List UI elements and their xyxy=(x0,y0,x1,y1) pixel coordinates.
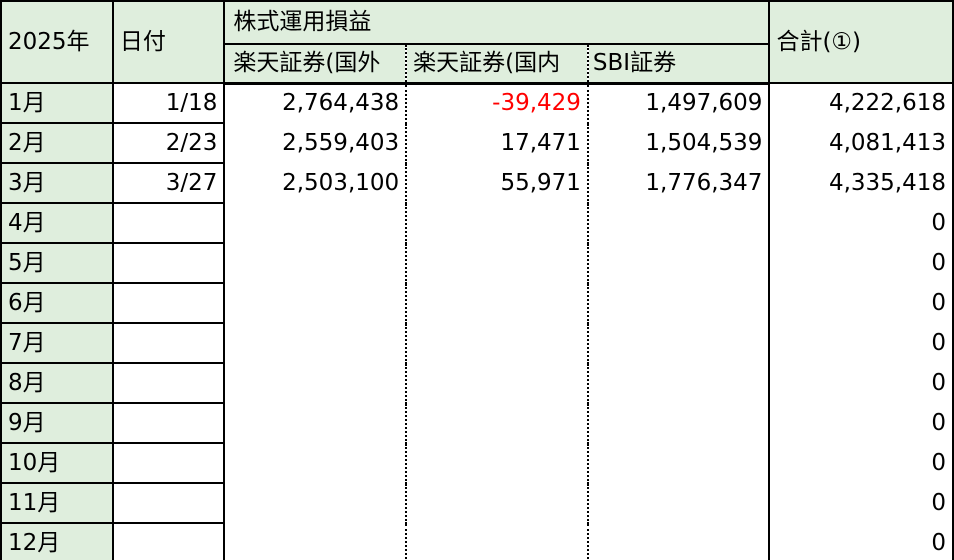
date-cell[interactable] xyxy=(111,402,226,444)
month-cell[interactable]: 11月 xyxy=(0,482,114,524)
month-cell[interactable]: 12月 xyxy=(0,522,114,560)
month-cell[interactable]: 7月 xyxy=(0,322,114,364)
month-cell[interactable]: 9月 xyxy=(0,402,114,444)
rakuten-foreign-cell[interactable] xyxy=(223,243,408,283)
date-cell[interactable]: 1/18 xyxy=(111,82,226,124)
rakuten-foreign-cell[interactable]: 2,503,100 xyxy=(223,163,408,203)
sbi-cell[interactable] xyxy=(587,443,771,483)
rakuten-domestic-cell[interactable] xyxy=(406,323,589,363)
sbi-cell[interactable] xyxy=(587,243,771,283)
table-row: 10月 0 xyxy=(0,442,954,484)
rakuten-foreign-cell[interactable]: 2,764,438 xyxy=(223,83,408,123)
total-cell[interactable]: 0 xyxy=(768,243,954,283)
total-cell[interactable]: 0 xyxy=(768,483,954,523)
total-cell[interactable]: 0 xyxy=(768,443,954,483)
rakuten-domestic-cell[interactable] xyxy=(406,443,589,483)
month-cell[interactable]: 2月 xyxy=(0,122,114,164)
rakuten-domestic-cell[interactable]: 55,971 xyxy=(406,163,589,203)
date-cell[interactable] xyxy=(111,362,226,404)
sbi-cell[interactable] xyxy=(587,283,771,323)
table-row: 2月 2/23 2,559,403 17,471 1,504,539 4,081,413 xyxy=(0,122,954,164)
total-cell[interactable]: 4,081,413 xyxy=(768,123,954,163)
date-cell[interactable]: 3/27 xyxy=(111,162,226,204)
rakuten-foreign-cell[interactable] xyxy=(223,323,408,363)
total-cell[interactable]: 0 xyxy=(768,523,954,560)
header-year[interactable]: 2025年 xyxy=(0,0,114,84)
table-row: 5月 0 xyxy=(0,242,954,284)
date-cell[interactable] xyxy=(111,442,226,484)
table-row: 4月 0 xyxy=(0,202,954,244)
rakuten-domestic-cell[interactable] xyxy=(406,523,589,560)
header-date[interactable]: 日付 xyxy=(111,0,226,84)
rakuten-foreign-cell[interactable] xyxy=(223,443,408,483)
table-row: 9月 0 xyxy=(0,402,954,444)
table-row: 3月 3/27 2,503,100 55,971 1,776,347 4,335,418 xyxy=(0,162,954,204)
rakuten-domestic-cell[interactable] xyxy=(406,203,589,243)
header-total[interactable]: 合計(①) xyxy=(768,0,954,84)
sbi-cell[interactable]: 1,504,539 xyxy=(587,123,771,163)
rakuten-domestic-cell[interactable] xyxy=(406,283,589,323)
rakuten-foreign-cell[interactable] xyxy=(223,523,408,560)
sbi-cell[interactable] xyxy=(587,523,771,560)
date-cell[interactable] xyxy=(111,322,226,364)
date-cell[interactable] xyxy=(111,202,226,244)
sbi-cell[interactable]: 1,497,609 xyxy=(587,83,771,123)
sbi-cell[interactable] xyxy=(587,203,771,243)
month-cell[interactable]: 3月 xyxy=(0,162,114,204)
rakuten-foreign-cell[interactable] xyxy=(223,403,408,443)
rakuten-domestic-cell[interactable]: -39,429 xyxy=(406,83,589,123)
rakuten-domestic-cell[interactable] xyxy=(406,483,589,523)
header-stock-pl-group[interactable]: 株式運用損益 xyxy=(223,0,771,46)
sbi-cell[interactable] xyxy=(587,323,771,363)
date-cell[interactable] xyxy=(111,482,226,524)
month-cell[interactable]: 5月 xyxy=(0,242,114,284)
month-cell[interactable]: 4月 xyxy=(0,202,114,244)
month-cell[interactable]: 8月 xyxy=(0,362,114,404)
table-body: 1月 1/18 2,764,438 -39,429 1,497,609 4,222,618… xyxy=(0,82,954,560)
month-cell[interactable]: 10月 xyxy=(0,442,114,484)
header-rakuten-domestic[interactable]: 楽天証券(国内 xyxy=(406,43,589,85)
header-sbi[interactable]: SBI証券 xyxy=(587,43,771,85)
rakuten-foreign-cell[interactable] xyxy=(223,283,408,323)
spreadsheet: 2025年 日付 株式運用損益 合計(①) 楽天証券(国外 楽天証券(国内 SB… xyxy=(0,0,954,560)
month-cell[interactable]: 6月 xyxy=(0,282,114,324)
date-cell[interactable] xyxy=(111,282,226,324)
rakuten-domestic-cell[interactable] xyxy=(406,403,589,443)
total-cell[interactable]: 4,222,618 xyxy=(768,83,954,123)
sbi-cell[interactable] xyxy=(587,403,771,443)
rakuten-domestic-cell[interactable] xyxy=(406,363,589,403)
total-cell[interactable]: 0 xyxy=(768,323,954,363)
table-row: 8月 0 xyxy=(0,362,954,404)
rakuten-foreign-cell[interactable] xyxy=(223,363,408,403)
total-cell[interactable]: 0 xyxy=(768,403,954,443)
total-cell[interactable]: 0 xyxy=(768,203,954,243)
sbi-cell[interactable] xyxy=(587,363,771,403)
table-row: 7月 0 xyxy=(0,322,954,364)
total-cell[interactable]: 0 xyxy=(768,283,954,323)
date-cell[interactable] xyxy=(111,242,226,284)
rakuten-foreign-cell[interactable]: 2,559,403 xyxy=(223,123,408,163)
sbi-cell[interactable]: 1,776,347 xyxy=(587,163,771,203)
date-cell[interactable] xyxy=(111,522,226,560)
rakuten-foreign-cell[interactable] xyxy=(223,483,408,523)
profit-table: 2025年 日付 株式運用損益 合計(①) 楽天証券(国外 楽天証券(国内 SB… xyxy=(0,0,954,560)
total-cell[interactable]: 0 xyxy=(768,363,954,403)
table-row: 6月 0 xyxy=(0,282,954,324)
month-cell[interactable]: 1月 xyxy=(0,82,114,124)
rakuten-domestic-cell[interactable]: 17,471 xyxy=(406,123,589,163)
table-row: 12月 0 xyxy=(0,522,954,560)
header-rakuten-foreign[interactable]: 楽天証券(国外 xyxy=(223,43,408,85)
total-cell[interactable]: 4,335,418 xyxy=(768,163,954,203)
table-row: 11月 0 xyxy=(0,482,954,524)
rakuten-foreign-cell[interactable] xyxy=(223,203,408,243)
table-row: 1月 1/18 2,764,438 -39,429 1,497,609 4,222,618 xyxy=(0,82,954,124)
date-cell[interactable]: 2/23 xyxy=(111,122,226,164)
rakuten-domestic-cell[interactable] xyxy=(406,243,589,283)
sbi-cell[interactable] xyxy=(587,483,771,523)
